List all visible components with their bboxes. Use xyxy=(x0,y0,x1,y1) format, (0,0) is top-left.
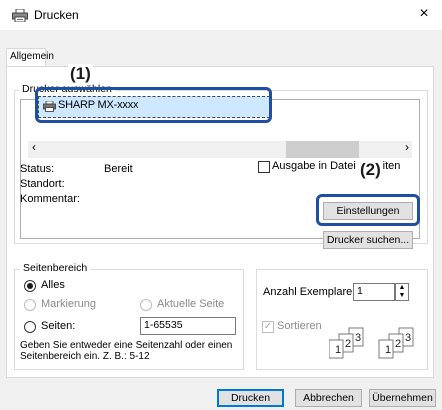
radio-pages[interactable] xyxy=(24,321,36,333)
pages-input[interactable]: 1-65535 xyxy=(140,317,236,335)
highlight-printer-box xyxy=(35,87,272,123)
svg-text:1: 1 xyxy=(385,344,391,356)
svg-text:1: 1 xyxy=(335,344,341,356)
radio-current-page[interactable] xyxy=(140,299,152,311)
svg-text:2: 2 xyxy=(345,338,351,350)
radio-pages-label: Seiten: xyxy=(41,320,76,332)
svg-text:3: 3 xyxy=(355,332,361,344)
scroll-left-icon[interactable]: ‹ xyxy=(32,140,36,154)
callout-1: (1) xyxy=(68,64,93,84)
page-range-hint: Geben Sie entweder eine Seitenzahl oder … xyxy=(20,340,233,362)
tab-general[interactable]: Allgemein xyxy=(6,48,54,66)
svg-text:2: 2 xyxy=(395,338,401,350)
apply-button[interactable]: Übernehmen xyxy=(369,389,436,407)
location-label: Standort: xyxy=(20,178,65,190)
radio-selection[interactable] xyxy=(24,299,36,311)
copies-label: Anzahl Exemplare: xyxy=(263,286,356,298)
status-value: Bereit xyxy=(104,163,133,175)
copies-input[interactable]: 1 xyxy=(353,283,395,301)
cancel-button[interactable]: Abbrechen xyxy=(295,389,362,407)
radio-selection-label: Markierung xyxy=(41,298,97,310)
output-to-file-checkbox[interactable] xyxy=(258,161,270,173)
radio-all-label: Alles xyxy=(41,279,65,291)
svg-text:3: 3 xyxy=(405,332,411,344)
page-range-label: Seitenbereich xyxy=(20,262,91,274)
radio-current-page-label: Aktuelle Seite xyxy=(157,298,225,310)
collate-label: Sortieren xyxy=(277,320,322,332)
status-label: Status: xyxy=(20,163,55,175)
radio-all[interactable] xyxy=(24,280,36,292)
collate-checkbox[interactable]: ✓ xyxy=(262,321,274,333)
window-title: Drucken xyxy=(34,8,79,22)
copies-spinner[interactable]: ▲ ▼ xyxy=(395,283,409,301)
close-button[interactable]: × xyxy=(414,4,434,24)
find-printer-button[interactable]: Drucker suchen... xyxy=(323,231,413,249)
scrollbar-thumb[interactable] xyxy=(286,141,359,158)
print-button[interactable]: Drucken xyxy=(217,389,284,407)
comment-label: Kommentar: xyxy=(20,193,80,205)
collate-pages-icon: 3 2 1 3 2 1 xyxy=(329,327,414,359)
callout-2: (2) xyxy=(358,160,383,180)
highlight-settings-box xyxy=(316,194,420,226)
printer-icon xyxy=(12,9,28,22)
scroll-right-icon[interactable]: › xyxy=(405,140,409,154)
